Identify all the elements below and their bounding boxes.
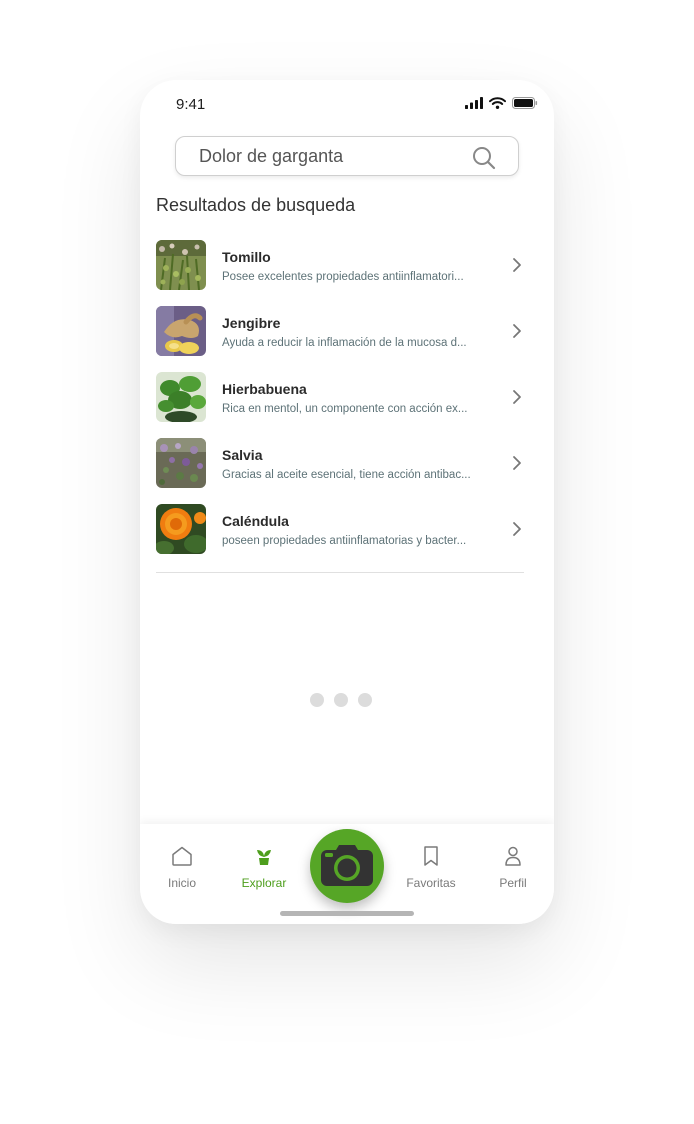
status-icons xyxy=(465,96,538,110)
hierbabuena-thumbnail xyxy=(156,372,206,422)
tab-perfil[interactable]: Perfil xyxy=(478,844,548,890)
chevron-right-icon[interactable] xyxy=(510,388,524,406)
result-description: Ayuda a reducir la inflamación de la muc… xyxy=(222,337,467,349)
calendula-thumbnail xyxy=(156,504,206,554)
bookmark-icon xyxy=(424,846,438,866)
result-title: Salvia xyxy=(222,447,263,463)
tab-label: Perfil xyxy=(499,876,527,890)
home-indicator[interactable] xyxy=(280,911,414,916)
status-time: 9:41 xyxy=(176,96,206,113)
loading-dot xyxy=(310,693,324,707)
chevron-right-icon[interactable] xyxy=(510,454,524,472)
result-description: Gracias al aceite esencial, tiene acción… xyxy=(222,469,471,481)
sprout-icon xyxy=(257,850,271,865)
result-item-hierbabuena[interactable]: Hierbabuena Rica en mentol, un component… xyxy=(156,372,524,438)
result-title: Caléndula xyxy=(222,513,289,529)
loading-dot xyxy=(334,693,348,707)
result-description: poseen propiedades antiinflamatorias y b… xyxy=(222,535,467,547)
home-icon xyxy=(172,846,192,866)
tab-explorar[interactable]: Explorar xyxy=(229,844,299,890)
tab-label: Explorar xyxy=(241,876,287,890)
search-input[interactable]: Dolor de garganta xyxy=(175,136,519,176)
loading-indicator xyxy=(310,693,372,707)
phone-frame: 9:41 Dolor de garganta Resultados de bus… xyxy=(140,80,554,924)
jengibre-thumbnail xyxy=(156,306,206,356)
search-icon[interactable] xyxy=(472,146,496,170)
result-title: Jengibre xyxy=(222,315,281,331)
results-divider xyxy=(156,572,524,573)
bottom-tab-bar: Inicio Explorar Favoritas Perfil xyxy=(140,824,554,924)
salvia-thumbnail xyxy=(156,438,206,488)
result-item-tomillo[interactable]: Tomillo Posee excelentes propiedades ant… xyxy=(156,240,524,306)
result-title: Tomillo xyxy=(222,249,271,265)
cellular-signal-icon xyxy=(465,97,483,109)
chevron-right-icon[interactable] xyxy=(510,520,524,538)
tab-inicio[interactable]: Inicio xyxy=(147,844,217,890)
tomillo-thumbnail xyxy=(156,240,206,290)
result-title: Hierbabuena xyxy=(222,381,307,397)
search-input-value: Dolor de garganta xyxy=(199,146,344,166)
result-description: Rica en mentol, un componente con acción… xyxy=(222,403,468,415)
user-icon xyxy=(505,846,521,866)
result-item-salvia[interactable]: Salvia Gracias al aceite esencial, tiene… xyxy=(156,438,524,504)
result-item-calendula[interactable]: Caléndula poseen propiedades antiinflama… xyxy=(156,504,524,570)
chevron-right-icon[interactable] xyxy=(510,322,524,340)
section-title: Resultados de busqueda xyxy=(156,195,356,215)
battery-icon xyxy=(512,97,538,109)
tab-label: Inicio xyxy=(167,876,196,890)
camera-icon xyxy=(321,845,373,886)
tab-label: Favoritas xyxy=(406,876,456,890)
result-description: Posee excelentes propiedades antiinflama… xyxy=(222,271,464,283)
camera-button[interactable] xyxy=(310,829,384,903)
screen-background: 9:41 Dolor de garganta Resultados de bus… xyxy=(0,0,694,1124)
chevron-right-icon[interactable] xyxy=(510,256,524,274)
tab-favoritas[interactable]: Favoritas xyxy=(396,844,466,890)
results-list: Tomillo Posee excelentes propiedades ant… xyxy=(156,240,524,570)
result-item-jengibre[interactable]: Jengibre Ayuda a reducir la inflamación … xyxy=(156,306,524,372)
wifi-icon xyxy=(489,97,506,109)
loading-dot xyxy=(358,693,372,707)
